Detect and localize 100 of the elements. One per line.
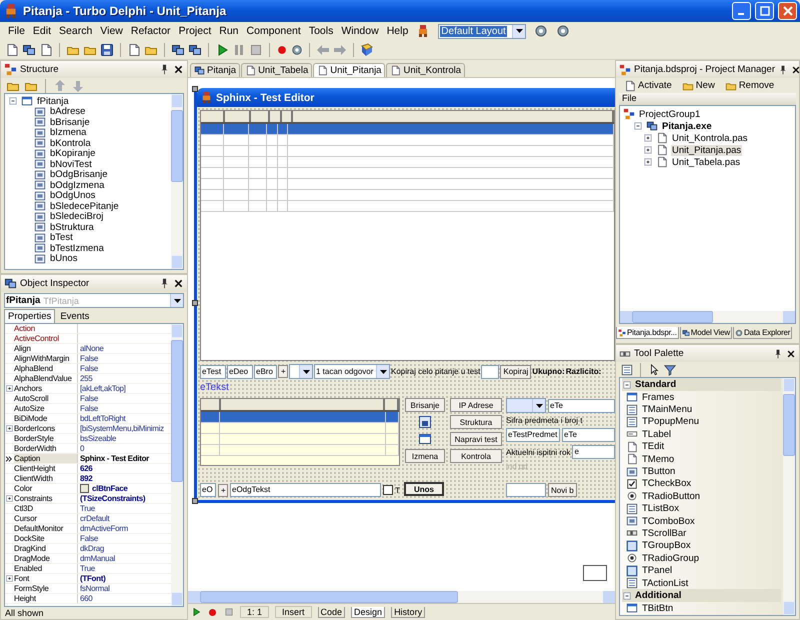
- pin-icon[interactable]: [778, 64, 788, 74]
- input-field[interactable]: eTestPredmet: [506, 428, 560, 442]
- menu-item[interactable]: Search: [59, 25, 92, 37]
- property-name[interactable]: AlphaBlendValue: [14, 374, 78, 383]
- property-value[interactable]: True: [78, 564, 95, 573]
- input-field[interactable]: eOdgTekst: [230, 483, 382, 497]
- record-icon[interactable]: [207, 606, 218, 618]
- dropdown-arrow-icon[interactable]: [302, 370, 310, 374]
- tree-item[interactable]: bOdgIzmena: [49, 180, 106, 191]
- categories-icon[interactable]: [621, 364, 633, 376]
- menu-item[interactable]: Tools: [308, 25, 334, 37]
- property-name[interactable]: FormStyle: [14, 584, 78, 593]
- dropdown[interactable]: 1 tacan odgovor: [314, 364, 390, 379]
- editor-tab[interactable]: Unit_Kontrola: [386, 63, 466, 77]
- property-name[interactable]: BiDiMode: [14, 414, 78, 423]
- tree-item[interactable]: Unit_Tabela.pas: [671, 156, 742, 168]
- document-icon[interactable]: [127, 42, 141, 56]
- editor-tab[interactable]: Pitanja: [190, 63, 240, 77]
- editor-tab[interactable]: Unit_Tabela: [241, 63, 312, 77]
- property-value[interactable]: fsNormal: [78, 584, 110, 593]
- tree-item[interactable]: bAdrese: [49, 106, 86, 118]
- expand-icon[interactable]: [5, 424, 14, 433]
- property-value[interactable]: bdLeftToRight: [78, 414, 126, 423]
- property-value[interactable]: 255: [78, 374, 92, 383]
- palette-item[interactable]: TMemo: [642, 454, 674, 465]
- tree-item[interactable]: bOdgBrisanje: [49, 169, 109, 180]
- pin-icon[interactable]: [159, 64, 170, 75]
- document-icon[interactable]: [5, 42, 19, 56]
- property-value[interactable]: [biSystemMenu,biMinimiz: [78, 424, 164, 433]
- checkbox[interactable]: [383, 485, 394, 495]
- property-name[interactable]: Action: [14, 324, 78, 333]
- minimize-button[interactable]: [732, 2, 751, 20]
- property-name[interactable]: DragMode: [14, 554, 78, 563]
- property-name[interactable]: BorderWidth: [14, 444, 78, 453]
- property-name[interactable]: Enabled: [14, 564, 78, 573]
- property-name[interactable]: AlignWithMargin: [14, 354, 78, 363]
- panel-tab[interactable]: Data Explorer: [732, 327, 792, 339]
- action-button[interactable]: IP Adrese: [450, 398, 502, 412]
- tree-item[interactable]: bTest: [49, 232, 74, 244]
- pointer-icon[interactable]: [648, 364, 660, 376]
- tree-item[interactable]: bStruktura: [49, 222, 95, 233]
- category-header[interactable]: Standard: [622, 378, 781, 391]
- tree-item[interactable]: Unit_Pitanja.pas: [671, 144, 742, 156]
- maximize-button[interactable]: [755, 2, 774, 20]
- close-icon[interactable]: [173, 64, 184, 75]
- property-name[interactable]: AlphaBlend: [14, 364, 78, 373]
- property-name[interactable]: Ctl3D: [14, 504, 78, 513]
- property-name[interactable]: Anchors: [14, 384, 78, 393]
- document-icon[interactable]: [39, 42, 53, 56]
- palette-item[interactable]: TBitBtn: [642, 602, 674, 614]
- collapse-icon[interactable]: [622, 380, 632, 390]
- property-value[interactable]: (TSizeConstraints): [78, 494, 146, 503]
- menu-item[interactable]: Refactor: [130, 25, 171, 37]
- collapse-icon[interactable]: [8, 96, 18, 106]
- layout-dropdown[interactable]: Default Layout: [438, 24, 526, 38]
- action-button[interactable]: Kontrola: [450, 449, 502, 463]
- tree-item[interactable]: bBrisanje: [49, 116, 91, 128]
- palette-item[interactable]: TCheckBox: [642, 478, 692, 490]
- menu-item[interactable]: File: [8, 25, 25, 37]
- tree-item[interactable]: bTestIzmena: [49, 242, 105, 254]
- property-name[interactable]: BorderStyle: [14, 434, 78, 443]
- property-value[interactable]: dkDrag: [78, 544, 104, 553]
- property-name[interactable]: Color: [14, 484, 78, 493]
- component-icon[interactable]: [583, 565, 607, 581]
- maximize-icon[interactable]: [760, 6, 770, 16]
- save-icon[interactable]: [100, 42, 114, 56]
- tree-item[interactable]: bKopiranje: [49, 148, 96, 160]
- property-name[interactable]: AutoSize: [14, 404, 78, 413]
- scrollbar[interactable]: [171, 324, 183, 606]
- toolbar-button[interactable]: Remove: [722, 78, 778, 94]
- tree-item[interactable]: Unit_Kontrola.pas: [671, 132, 749, 144]
- play-icon[interactable]: [191, 607, 201, 617]
- scrollbar[interactable]: [171, 94, 183, 269]
- property-name[interactable]: Align: [14, 344, 78, 353]
- action-button[interactable]: Struktura: [450, 415, 502, 429]
- palette-item[interactable]: TMainMenu: [642, 404, 692, 416]
- palette-item[interactable]: TComboBox: [642, 516, 695, 527]
- close-icon[interactable]: [786, 348, 796, 358]
- menu-item[interactable]: Project: [178, 25, 212, 37]
- dropdown-arrow-icon[interactable]: [516, 29, 523, 33]
- property-value[interactable]: False: [78, 534, 98, 543]
- property-value[interactable]: dmActiveForm: [78, 524, 128, 533]
- view-tab[interactable]: Code: [318, 606, 346, 618]
- delete-button[interactable]: Brisanje: [405, 398, 445, 412]
- property-name[interactable]: ActiveControl: [14, 334, 78, 343]
- close-icon[interactable]: [173, 278, 184, 289]
- tree-item[interactable]: bNoviTest: [49, 158, 93, 170]
- plus-button[interactable]: +: [278, 365, 288, 378]
- stop-icon[interactable]: [224, 607, 234, 617]
- property-name[interactable]: AutoScroll: [14, 394, 78, 403]
- input-field[interactable]: eTe: [548, 398, 615, 412]
- expand-icon[interactable]: [643, 157, 653, 167]
- property-name[interactable]: ClientWidth: [14, 474, 78, 483]
- palette-item[interactable]: TActionList: [642, 578, 688, 589]
- expand-icon[interactable]: [5, 384, 14, 393]
- tree-item[interactable]: fPitanja: [36, 96, 70, 107]
- property-name[interactable]: DefaultMonitor: [14, 524, 78, 533]
- property-value[interactable]: (TFont): [78, 574, 106, 583]
- copy-button[interactable]: Kopiraj: [500, 364, 532, 378]
- windows-icon[interactable]: [22, 42, 36, 56]
